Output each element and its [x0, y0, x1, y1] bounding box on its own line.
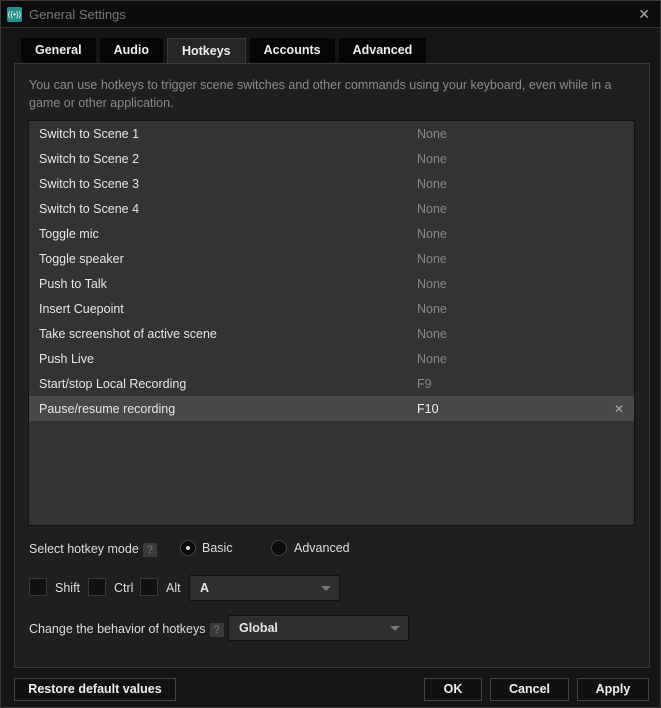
- hotkey-key: None: [417, 276, 447, 291]
- hotkey-key: F9: [417, 376, 432, 391]
- hotkey-row[interactable]: Switch to Scene 1 None: [29, 121, 634, 146]
- hotkey-key: None: [417, 176, 447, 191]
- hotkey-row[interactable]: Toggle mic None: [29, 221, 634, 246]
- hotkey-row[interactable]: Insert Cuepoint None: [29, 296, 634, 321]
- alt-checkbox[interactable]: [140, 578, 158, 596]
- shift-checkbox[interactable]: [29, 578, 47, 596]
- key-select-value: A: [200, 581, 210, 595]
- hotkey-name: Push to Talk: [39, 276, 107, 291]
- app-logo-icon: ((•)): [7, 6, 22, 22]
- window-title: General Settings: [29, 6, 126, 22]
- hotkey-name: Start/stop Local Recording: [39, 376, 187, 391]
- hotkey-key: None: [417, 351, 447, 366]
- cancel-button[interactable]: Cancel: [490, 678, 569, 701]
- behavior-label: Change the behavior of hotkeys?: [29, 622, 224, 637]
- radio-basic[interactable]: [180, 540, 196, 556]
- hotkey-name: Switch to Scene 4: [39, 201, 140, 216]
- description: You can use hotkeys to trigger scene swi…: [29, 78, 612, 110]
- tab-advanced[interactable]: Advanced: [338, 38, 427, 63]
- hotkey-name: Take screenshot of active scene: [39, 326, 217, 341]
- hotkey-key: None: [417, 226, 447, 241]
- ctrl-checkbox[interactable]: [88, 578, 106, 596]
- tab-audio[interactable]: Audio: [99, 38, 163, 63]
- hotkey-row[interactable]: Push Live None: [29, 346, 634, 371]
- hotkey-mode-label: Select hotkey mode?: [29, 542, 157, 557]
- hotkeys-panel: You can use hotkeys to trigger scene swi…: [14, 63, 650, 668]
- hotkey-name: Pause/resume recording: [39, 401, 176, 416]
- hotkey-row[interactable]: Start/stop Local Recording F9: [29, 371, 634, 396]
- hotkey-list[interactable]: Switch to Scene 1 None Switch to Scene 2 No…: [28, 120, 635, 526]
- hotkey-name: Switch to Scene 1: [39, 126, 140, 141]
- hotkey-key: None: [417, 251, 447, 266]
- tab-accounts[interactable]: Accounts: [249, 38, 335, 63]
- hotkey-key: None: [417, 126, 447, 141]
- close-icon[interactable]: ✕: [638, 6, 650, 23]
- shift-label: Shift: [55, 581, 81, 595]
- clear-hotkey-icon[interactable]: ✕: [614, 402, 624, 416]
- tab-hotkeys[interactable]: Hotkeys: [166, 38, 246, 64]
- hotkey-key: None: [417, 326, 447, 341]
- behavior-text: Change the behavior of hotkeys: [29, 622, 206, 636]
- hotkey-row[interactable]: Toggle speaker None: [29, 246, 634, 271]
- behavior-select-value: Global: [239, 621, 278, 635]
- hotkey-name: Insert Cuepoint: [39, 301, 124, 316]
- radio-advanced[interactable]: [271, 540, 287, 556]
- ok-button[interactable]: OK: [424, 678, 482, 701]
- alt-label: Alt: [166, 581, 181, 595]
- hotkey-name: Toggle speaker: [39, 251, 124, 266]
- behavior-select[interactable]: Global: [228, 615, 409, 641]
- hotkey-key: None: [417, 301, 447, 316]
- tab-general[interactable]: General: [21, 38, 96, 63]
- hotkey-key: None: [417, 151, 447, 166]
- key-select[interactable]: A: [189, 575, 340, 601]
- hotkey-mode-text: Select hotkey mode: [29, 542, 139, 556]
- restore-defaults-button[interactable]: Restore default values: [14, 678, 176, 701]
- hotkey-row[interactable]: Pause/resume recording F10 ✕: [29, 396, 634, 421]
- hotkey-name: Switch to Scene 3: [39, 176, 140, 191]
- hotkey-name: Switch to Scene 2: [39, 151, 140, 166]
- apply-button[interactable]: Apply: [577, 678, 649, 701]
- radio-basic-label[interactable]: Basic: [202, 541, 233, 555]
- hotkey-row[interactable]: Switch to Scene 3 None: [29, 171, 634, 196]
- hotkey-name: Toggle mic: [39, 226, 99, 241]
- hotkey-row[interactable]: Push to Talk None: [29, 271, 634, 296]
- hotkey-key: None: [417, 201, 447, 216]
- hotkey-row[interactable]: Take screenshot of active scene None: [29, 321, 634, 346]
- chevron-down-icon: [321, 586, 331, 591]
- tab-bar: General Audio Hotkeys Accounts Advanced: [21, 38, 427, 64]
- title-bar: ((•)) General Settings ✕: [1, 1, 660, 28]
- ctrl-label: Ctrl: [114, 581, 134, 595]
- chevron-down-icon: [390, 626, 400, 631]
- help-icon[interactable]: ?: [209, 622, 224, 637]
- hotkey-row[interactable]: Switch to Scene 4 None: [29, 196, 634, 221]
- hotkey-row[interactable]: Switch to Scene 2 None: [29, 146, 634, 171]
- radio-advanced-label[interactable]: Advanced: [294, 541, 350, 555]
- help-icon[interactable]: ?: [142, 542, 157, 557]
- hotkey-name: Push Live: [39, 351, 94, 366]
- hotkey-key: F10: [417, 401, 439, 416]
